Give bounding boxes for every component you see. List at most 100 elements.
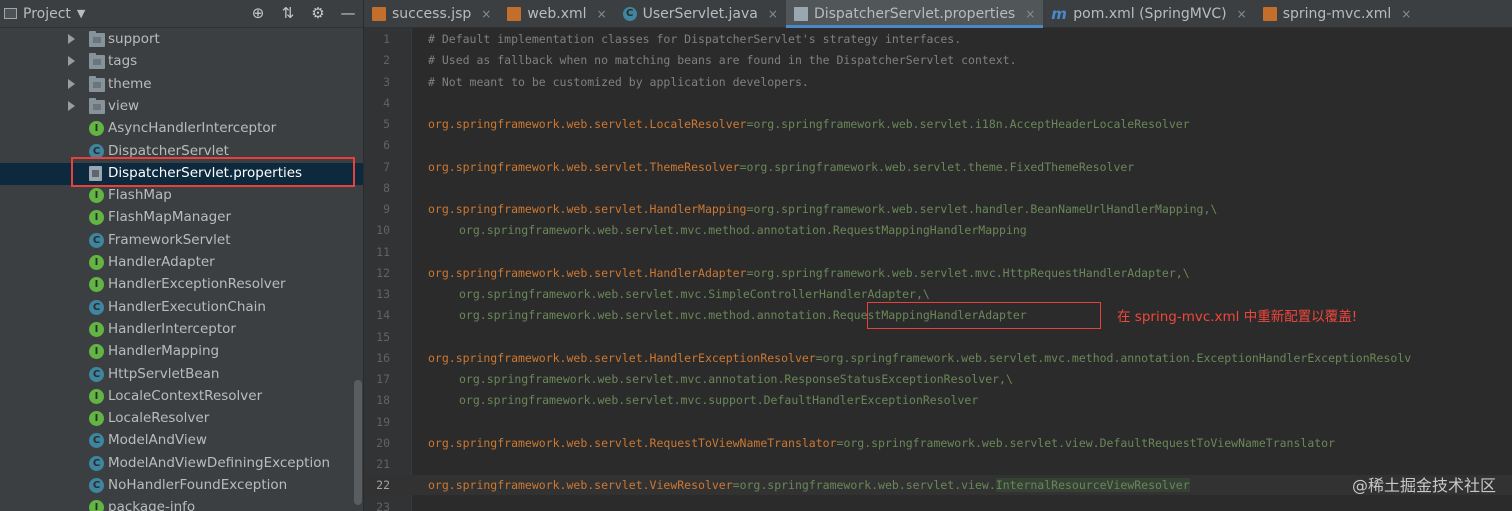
expand-arrow-icon[interactable] (68, 78, 75, 89)
tree-item[interactable]: C ModelAndViewDefiningException (0, 453, 363, 475)
project-panel-title[interactable]: Project (23, 6, 71, 22)
line-number: 23 (376, 499, 390, 511)
code-line: # Used as fallback when no matching bean… (428, 50, 1017, 71)
folder-icon (89, 75, 105, 92)
tree-item[interactable]: C ModelAndView (0, 430, 363, 452)
editor-tab-bar: success.jsp × web.xml × C UserServlet.java × Di… (364, 0, 1512, 28)
tree-item[interactable]: I LocaleContextResolver (0, 386, 363, 408)
tree-item[interactable]: C FrameworkServlet (0, 230, 363, 252)
tree-item[interactable]: C HttpServletBean (0, 364, 363, 386)
annotation-text: 在 spring-mvc.xml 中重新配置以覆盖! (1117, 309, 1358, 325)
expand-arrow-icon[interactable] (68, 100, 75, 111)
editor-tab[interactable]: DispatcherServlet.properties × (785, 0, 1044, 28)
editor-tab[interactable]: C UserServlet.java × (615, 0, 786, 28)
tree-item[interactable]: I AsyncHandlerInterceptor (0, 118, 363, 140)
gear-icon[interactable]: ⚙ (309, 4, 327, 22)
line-number: 15 (376, 329, 390, 344)
tree-item[interactable]: Ipackage-info (0, 497, 363, 511)
interface-icon: I (89, 344, 104, 360)
tree-item[interactable]: C NoHandlerFoundException (0, 475, 363, 497)
close-icon[interactable]: × (768, 7, 778, 21)
close-icon[interactable]: × (597, 7, 607, 21)
tree-item[interactable]: tags (0, 51, 363, 73)
line-number: 9 (383, 202, 390, 216)
line-number: 8 (383, 180, 390, 195)
interface-icon: I (89, 210, 104, 226)
tree-item-label: FlashMap (108, 187, 172, 204)
java-class-icon: C (622, 7, 637, 21)
tab-label: UserServlet.java (642, 6, 758, 22)
line-number: 20 (376, 435, 390, 450)
property-value: org.springframework.web.servlet.view.Def… (843, 435, 1336, 450)
property-value: org.springframework.web.servlet.i18n.Acc… (753, 117, 1190, 131)
annotation-box (867, 302, 1101, 329)
tree-item[interactable]: I HandlerAdapter (0, 252, 363, 274)
code-line: org.springframework.web.servlet.RequestT… (428, 433, 1335, 454)
interface-icon: I (89, 500, 104, 511)
minimize-icon[interactable]: — (339, 4, 357, 22)
tab-label: success.jsp (392, 6, 472, 22)
code-line: org.springframework.web.servlet.HandlerE… (428, 348, 1411, 369)
line-number: 2 (383, 53, 390, 68)
tree-item[interactable]: C HandlerExecutionChain (0, 297, 363, 319)
tree-item-label: tags (108, 53, 138, 70)
tree-item[interactable]: support (0, 29, 363, 51)
line-number: 14 (376, 308, 390, 323)
line-number: 19 (376, 414, 390, 429)
folder-icon (89, 31, 105, 47)
close-icon[interactable]: × (1025, 7, 1035, 21)
project-panel-toolbar: ⊕ ⇅ ⚙ — (249, 4, 357, 22)
interface-icon: I (89, 255, 104, 270)
line-number: 3 (383, 74, 390, 89)
comment-text: # Default implementation classes for Dis… (428, 32, 962, 46)
property-key: org.springframework.web.servlet.HandlerA… (428, 265, 747, 280)
tab-label: pom.xml (SpringMVC) (1073, 6, 1227, 22)
collapse-all-icon[interactable]: ⇅ (279, 4, 297, 22)
editor-tab[interactable]: success.jsp × (364, 0, 499, 28)
line-number: 11 (376, 244, 390, 259)
property-key: org.springframework.web.servlet.RequestT… (428, 435, 837, 450)
code-line: org.springframework.web.servlet.LocaleRe… (428, 114, 1190, 135)
tree-item-label: HandlerExceptionResolver (108, 276, 286, 293)
code-line: org.springframework.web.servlet.HandlerA… (428, 263, 1190, 284)
tree-item[interactable]: I LocaleResolver (0, 408, 363, 430)
maven-icon: m (1051, 5, 1067, 23)
line-number: 6 (383, 138, 390, 153)
editor-tab[interactable]: spring-mvc.xml × (1255, 0, 1420, 28)
editor-tab[interactable]: web.xml × (499, 0, 614, 28)
property-value: org.springframework.web.servlet.mvc.meth… (822, 350, 1412, 365)
line-number: 17 (376, 372, 390, 386)
folder-icon (89, 97, 105, 114)
property-value: org.springframework.web.servlet.mvc.Http… (753, 265, 1190, 280)
project-panel-header[interactable]: Project ▼ ⊕ ⇅ ⚙ — (0, 0, 363, 28)
tree-item-label: LocaleContextResolver (108, 387, 263, 404)
tab-label: spring-mvc.xml (1282, 6, 1392, 22)
close-icon[interactable]: × (1237, 7, 1247, 21)
tree-item[interactable]: I HandlerExceptionResolver (0, 274, 363, 296)
close-icon[interactable]: × (481, 7, 491, 21)
globe-target-icon[interactable]: ⊕ (249, 4, 267, 22)
code-line: # Default implementation classes for Dis… (428, 29, 961, 50)
jsp-file-icon (372, 7, 386, 21)
tree-item[interactable]: I HandlerMapping (0, 341, 363, 363)
tree-item[interactable]: I FlashMapManager (0, 207, 363, 229)
tree-item-label: FlashMapManager (108, 209, 232, 226)
expand-arrow-icon[interactable] (68, 34, 75, 44)
folder-icon (89, 53, 105, 70)
tree-item[interactable]: I HandlerInterceptor (0, 319, 363, 341)
property-value: org.springframework.web.servlet.view. (739, 478, 996, 493)
tree-item[interactable]: view (0, 96, 363, 118)
close-icon[interactable]: × (1401, 7, 1411, 21)
chevron-down-icon[interactable]: ▼ (77, 7, 85, 20)
property-key: org.springframework.web.servlet.HandlerM… (428, 202, 747, 216)
line-number: 13 (376, 287, 390, 301)
expand-arrow-icon[interactable] (68, 56, 75, 67)
editor-tab[interactable]: m pom.xml (SpringMVC) × (1043, 0, 1254, 28)
properties-file-icon (793, 7, 808, 21)
line-number: 1 (383, 32, 390, 46)
project-tree-scrollbar[interactable] (354, 380, 362, 505)
code-line: org.springframework.web.servlet.ViewReso… (428, 475, 1190, 496)
tree-item[interactable]: theme (0, 74, 363, 96)
code-line: # Not meant to be customized by applicat… (428, 72, 809, 93)
tree-item[interactable]: I FlashMap (0, 185, 363, 207)
